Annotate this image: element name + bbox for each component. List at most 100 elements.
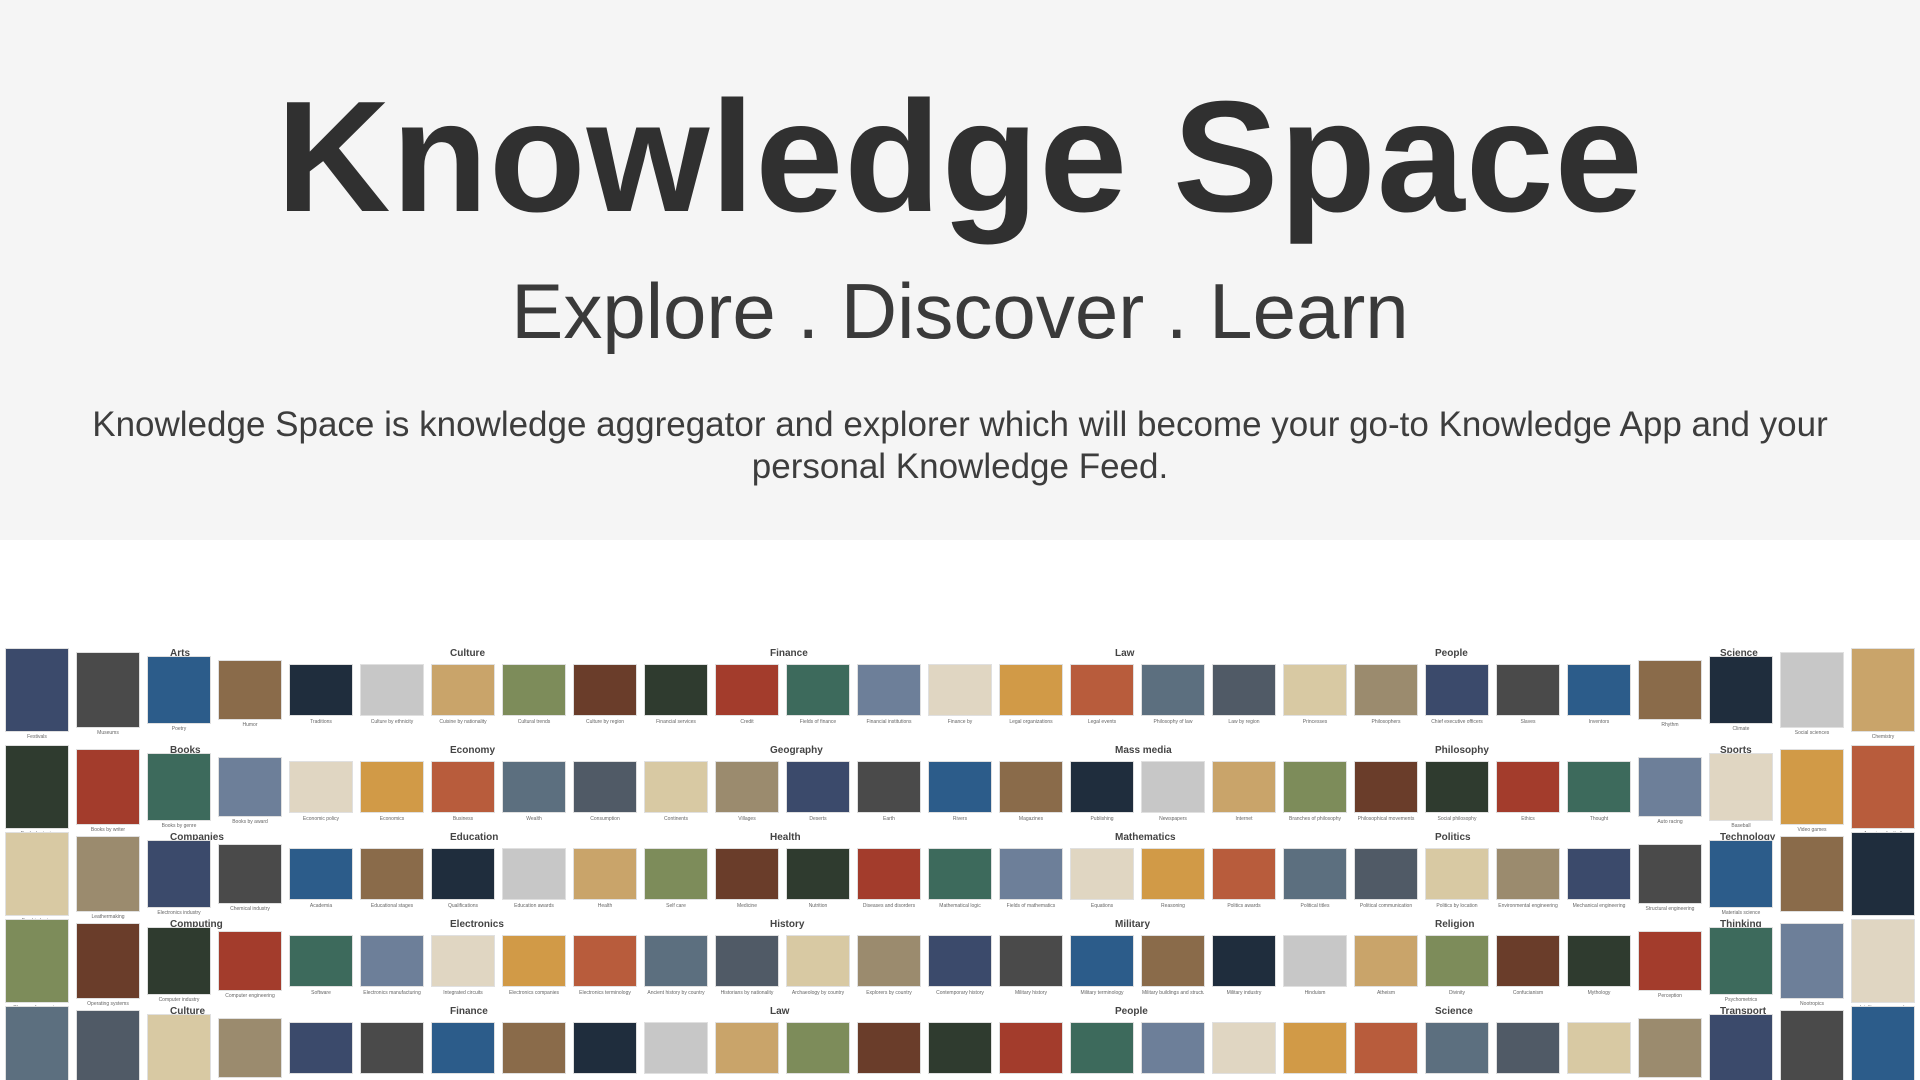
collage-tile[interactable]: Electronics terminology [573, 935, 637, 996]
collage-tile[interactable]: Credit [715, 664, 779, 725]
collage-tile[interactable] [1780, 1010, 1844, 1080]
collage-tile[interactable]: Ancient history by country [644, 935, 708, 996]
collage-tile[interactable]: Structural engineering [1638, 844, 1702, 912]
collage-tile[interactable]: Self care [644, 848, 708, 909]
collage-tile[interactable]: Health [573, 848, 637, 909]
collage-tile[interactable]: Nootropics [1780, 923, 1844, 1007]
collage-tile[interactable]: Rivers [928, 761, 992, 822]
collage-tile[interactable]: Cuisine by nationality [431, 664, 495, 725]
collage-tile[interactable]: Social philosophy [1425, 761, 1489, 822]
collage-section-label[interactable]: Philosophy [1435, 745, 1489, 756]
collage-tile[interactable]: Atheism [1354, 935, 1418, 996]
collage-tile[interactable]: Consumption [573, 761, 637, 822]
collage-tile[interactable]: Historians by nationality [715, 935, 779, 996]
collage-tile[interactable]: Culture by region [573, 664, 637, 725]
collage-tile[interactable]: Reasoning [1141, 848, 1205, 909]
collage-tile[interactable]: Psychometrics [1709, 927, 1773, 1003]
collage-tile[interactable]: Economic policy [289, 761, 353, 822]
collage-tile[interactable]: Philosophers [1354, 664, 1418, 725]
collage-tile[interactable]: Military buildings and structures [1141, 935, 1205, 996]
collage-section-label[interactable]: Culture [450, 648, 485, 659]
collage-tile[interactable] [1709, 1014, 1773, 1080]
collage-tile[interactable]: Hinduism [1283, 935, 1347, 996]
collage-tile[interactable]: Chief executive officers [1425, 664, 1489, 725]
collage-section-label[interactable]: Law [1115, 648, 1134, 659]
collage-tile[interactable]: Books by writer [76, 749, 140, 833]
collage-tile[interactable] [715, 1022, 779, 1074]
collage-tile[interactable] [644, 1022, 708, 1074]
collage-tile[interactable]: Electronics industry [147, 840, 211, 916]
collage-tile[interactable]: Business [431, 761, 495, 822]
collage-tile[interactable]: Legal events [1070, 664, 1134, 725]
collage-tile[interactable]: Wealth [502, 761, 566, 822]
collage-tile[interactable]: Food industry [5, 832, 69, 924]
collage-tile[interactable] [1780, 836, 1844, 912]
collage-tile[interactable]: Chemistry [1851, 648, 1915, 740]
collage-section-label[interactable]: People [1435, 648, 1468, 659]
collage-tile[interactable]: Medicine [715, 848, 779, 909]
collage-tile[interactable]: Deserts [786, 761, 850, 822]
collage-tile[interactable]: Educational stages [360, 848, 424, 909]
collage-tile[interactable] [1851, 1006, 1915, 1080]
collage-tile[interactable]: Magazines [999, 761, 1063, 822]
collage-section-label[interactable]: History [770, 919, 804, 930]
collage-tile[interactable]: Military terminology [1070, 935, 1134, 996]
collage-tile[interactable] [218, 1018, 282, 1078]
collage-tile[interactable]: Books by award [218, 757, 282, 825]
collage-section-label[interactable]: Geography [770, 745, 823, 756]
collage-section-label[interactable]: People [1115, 1006, 1148, 1017]
collage-tile[interactable]: Climate [1709, 656, 1773, 732]
collage-tile[interactable]: Continents [644, 761, 708, 822]
collage-section-label[interactable]: Health [770, 832, 801, 843]
collage-tile[interactable] [1212, 1022, 1276, 1074]
collage-tile[interactable]: Baseball [1709, 753, 1773, 829]
collage-tile[interactable]: Finance by [928, 664, 992, 725]
collage-tile[interactable]: Poetry [147, 656, 211, 732]
collage-tile[interactable]: Legal organizations [999, 664, 1063, 725]
collage-section-label[interactable]: Economy [450, 745, 495, 756]
collage-tile[interactable]: Integrated circuits [431, 935, 495, 996]
collage-tile[interactable] [360, 1022, 424, 1074]
collage-tile[interactable] [502, 1022, 566, 1074]
collage-section-label[interactable]: Finance [770, 648, 808, 659]
collage-tile[interactable]: Operating systems [76, 923, 140, 1007]
collage-tile[interactable]: Environmental engineering [1496, 848, 1560, 909]
collage-tile[interactable]: Chemical industry [218, 844, 282, 912]
collage-tile[interactable]: Philosophy of law [1141, 664, 1205, 725]
collage-section-label[interactable]: Religion [1435, 919, 1474, 930]
collage-tile[interactable] [1851, 832, 1915, 916]
collage-tile[interactable]: Military history [999, 935, 1063, 996]
collage-tile[interactable]: Materials science [1709, 840, 1773, 916]
collage-tile[interactable] [431, 1022, 495, 1074]
collage-tile[interactable]: Auto racing [1638, 757, 1702, 825]
collage-tile[interactable]: Diseases and disorders [857, 848, 921, 909]
collage-tile[interactable]: Leathermaking [76, 836, 140, 920]
collage-tile[interactable] [786, 1022, 850, 1074]
collage-tile[interactable]: Software [289, 935, 353, 996]
collage-tile[interactable]: Confucianism [1496, 935, 1560, 996]
collage-tile[interactable]: Nutrition [786, 848, 850, 909]
collage-tile[interactable]: Electronics companies [502, 935, 566, 996]
collage-tile[interactable]: Classes of computers [5, 919, 69, 1011]
collage-tile[interactable]: Video games [1780, 749, 1844, 833]
collage-tile[interactable]: Economics [360, 761, 424, 822]
collage-tile[interactable]: Earth [857, 761, 921, 822]
collage-tile[interactable]: Fields of finance [786, 664, 850, 725]
collage-tile[interactable]: Financial institutions [857, 664, 921, 725]
collage-tile[interactable]: Computer industry [147, 927, 211, 1003]
collage-tile[interactable]: Political communication [1354, 848, 1418, 909]
collage-tile[interactable] [1567, 1022, 1631, 1074]
collage-tile[interactable]: Traditions [289, 664, 353, 725]
collage-tile[interactable]: Humor [218, 660, 282, 728]
collage-tile[interactable] [147, 1014, 211, 1080]
collage-tile[interactable]: Newspapers [1141, 761, 1205, 822]
collage-tile[interactable]: Military industry [1212, 935, 1276, 996]
collage-tile[interactable]: Fields of mathematics [999, 848, 1063, 909]
collage-tile[interactable]: American football [1851, 745, 1915, 837]
collage-section-label[interactable]: Finance [450, 1006, 488, 1017]
collage-tile[interactable]: Computer engineering [218, 931, 282, 999]
collage-tile[interactable]: Political titles [1283, 848, 1347, 909]
collage-tile[interactable] [1141, 1022, 1205, 1074]
collage-tile[interactable]: Branches of philosophy [1283, 761, 1347, 822]
collage-tile[interactable]: Equations [1070, 848, 1134, 909]
